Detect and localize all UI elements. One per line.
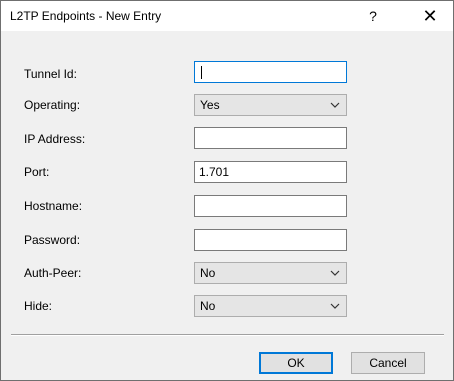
password-input[interactable]	[195, 230, 346, 250]
ok-button[interactable]: OK	[259, 352, 333, 374]
tunnel-id-input[interactable]	[195, 62, 346, 82]
auth-peer-select[interactable]: No	[194, 262, 347, 284]
dialog-window: L2TP Endpoints - New Entry ? ✕ Tunnel Id…	[0, 0, 454, 381]
password-field[interactable]	[194, 229, 347, 251]
auth-peer-label: Auth-Peer:	[24, 266, 82, 280]
ip-address-field[interactable]	[194, 127, 347, 149]
auth-peer-value: No	[200, 266, 216, 280]
password-label: Password:	[24, 233, 81, 247]
text-caret	[201, 66, 202, 79]
divider	[11, 334, 444, 336]
chevron-down-icon	[330, 303, 340, 309]
port-input[interactable]	[195, 162, 346, 182]
hide-select[interactable]: No	[194, 295, 347, 317]
hostname-field[interactable]	[194, 195, 347, 217]
chevron-down-icon	[330, 102, 340, 108]
chevron-down-icon	[330, 270, 340, 276]
port-label: Port:	[24, 165, 50, 179]
hide-label: Hide:	[24, 299, 53, 313]
hostname-input[interactable]	[195, 196, 346, 216]
hide-value: No	[200, 299, 216, 313]
operating-value: Yes	[200, 98, 220, 112]
cancel-button[interactable]: Cancel	[351, 352, 425, 374]
ip-address-input[interactable]	[195, 128, 346, 148]
help-icon[interactable]: ?	[356, 3, 390, 29]
tunnel-id-label: Tunnel Id:	[24, 67, 77, 81]
close-icon[interactable]: ✕	[413, 3, 447, 29]
window-title: L2TP Endpoints - New Entry	[10, 9, 162, 23]
title-bar: L2TP Endpoints - New Entry ? ✕	[1, 1, 453, 31]
operating-label: Operating:	[24, 98, 81, 112]
ip-address-label: IP Address:	[24, 132, 86, 146]
hostname-label: Hostname:	[24, 199, 83, 213]
operating-select[interactable]: Yes	[194, 94, 347, 116]
tunnel-id-field[interactable]	[194, 61, 347, 83]
port-field[interactable]	[194, 161, 347, 183]
